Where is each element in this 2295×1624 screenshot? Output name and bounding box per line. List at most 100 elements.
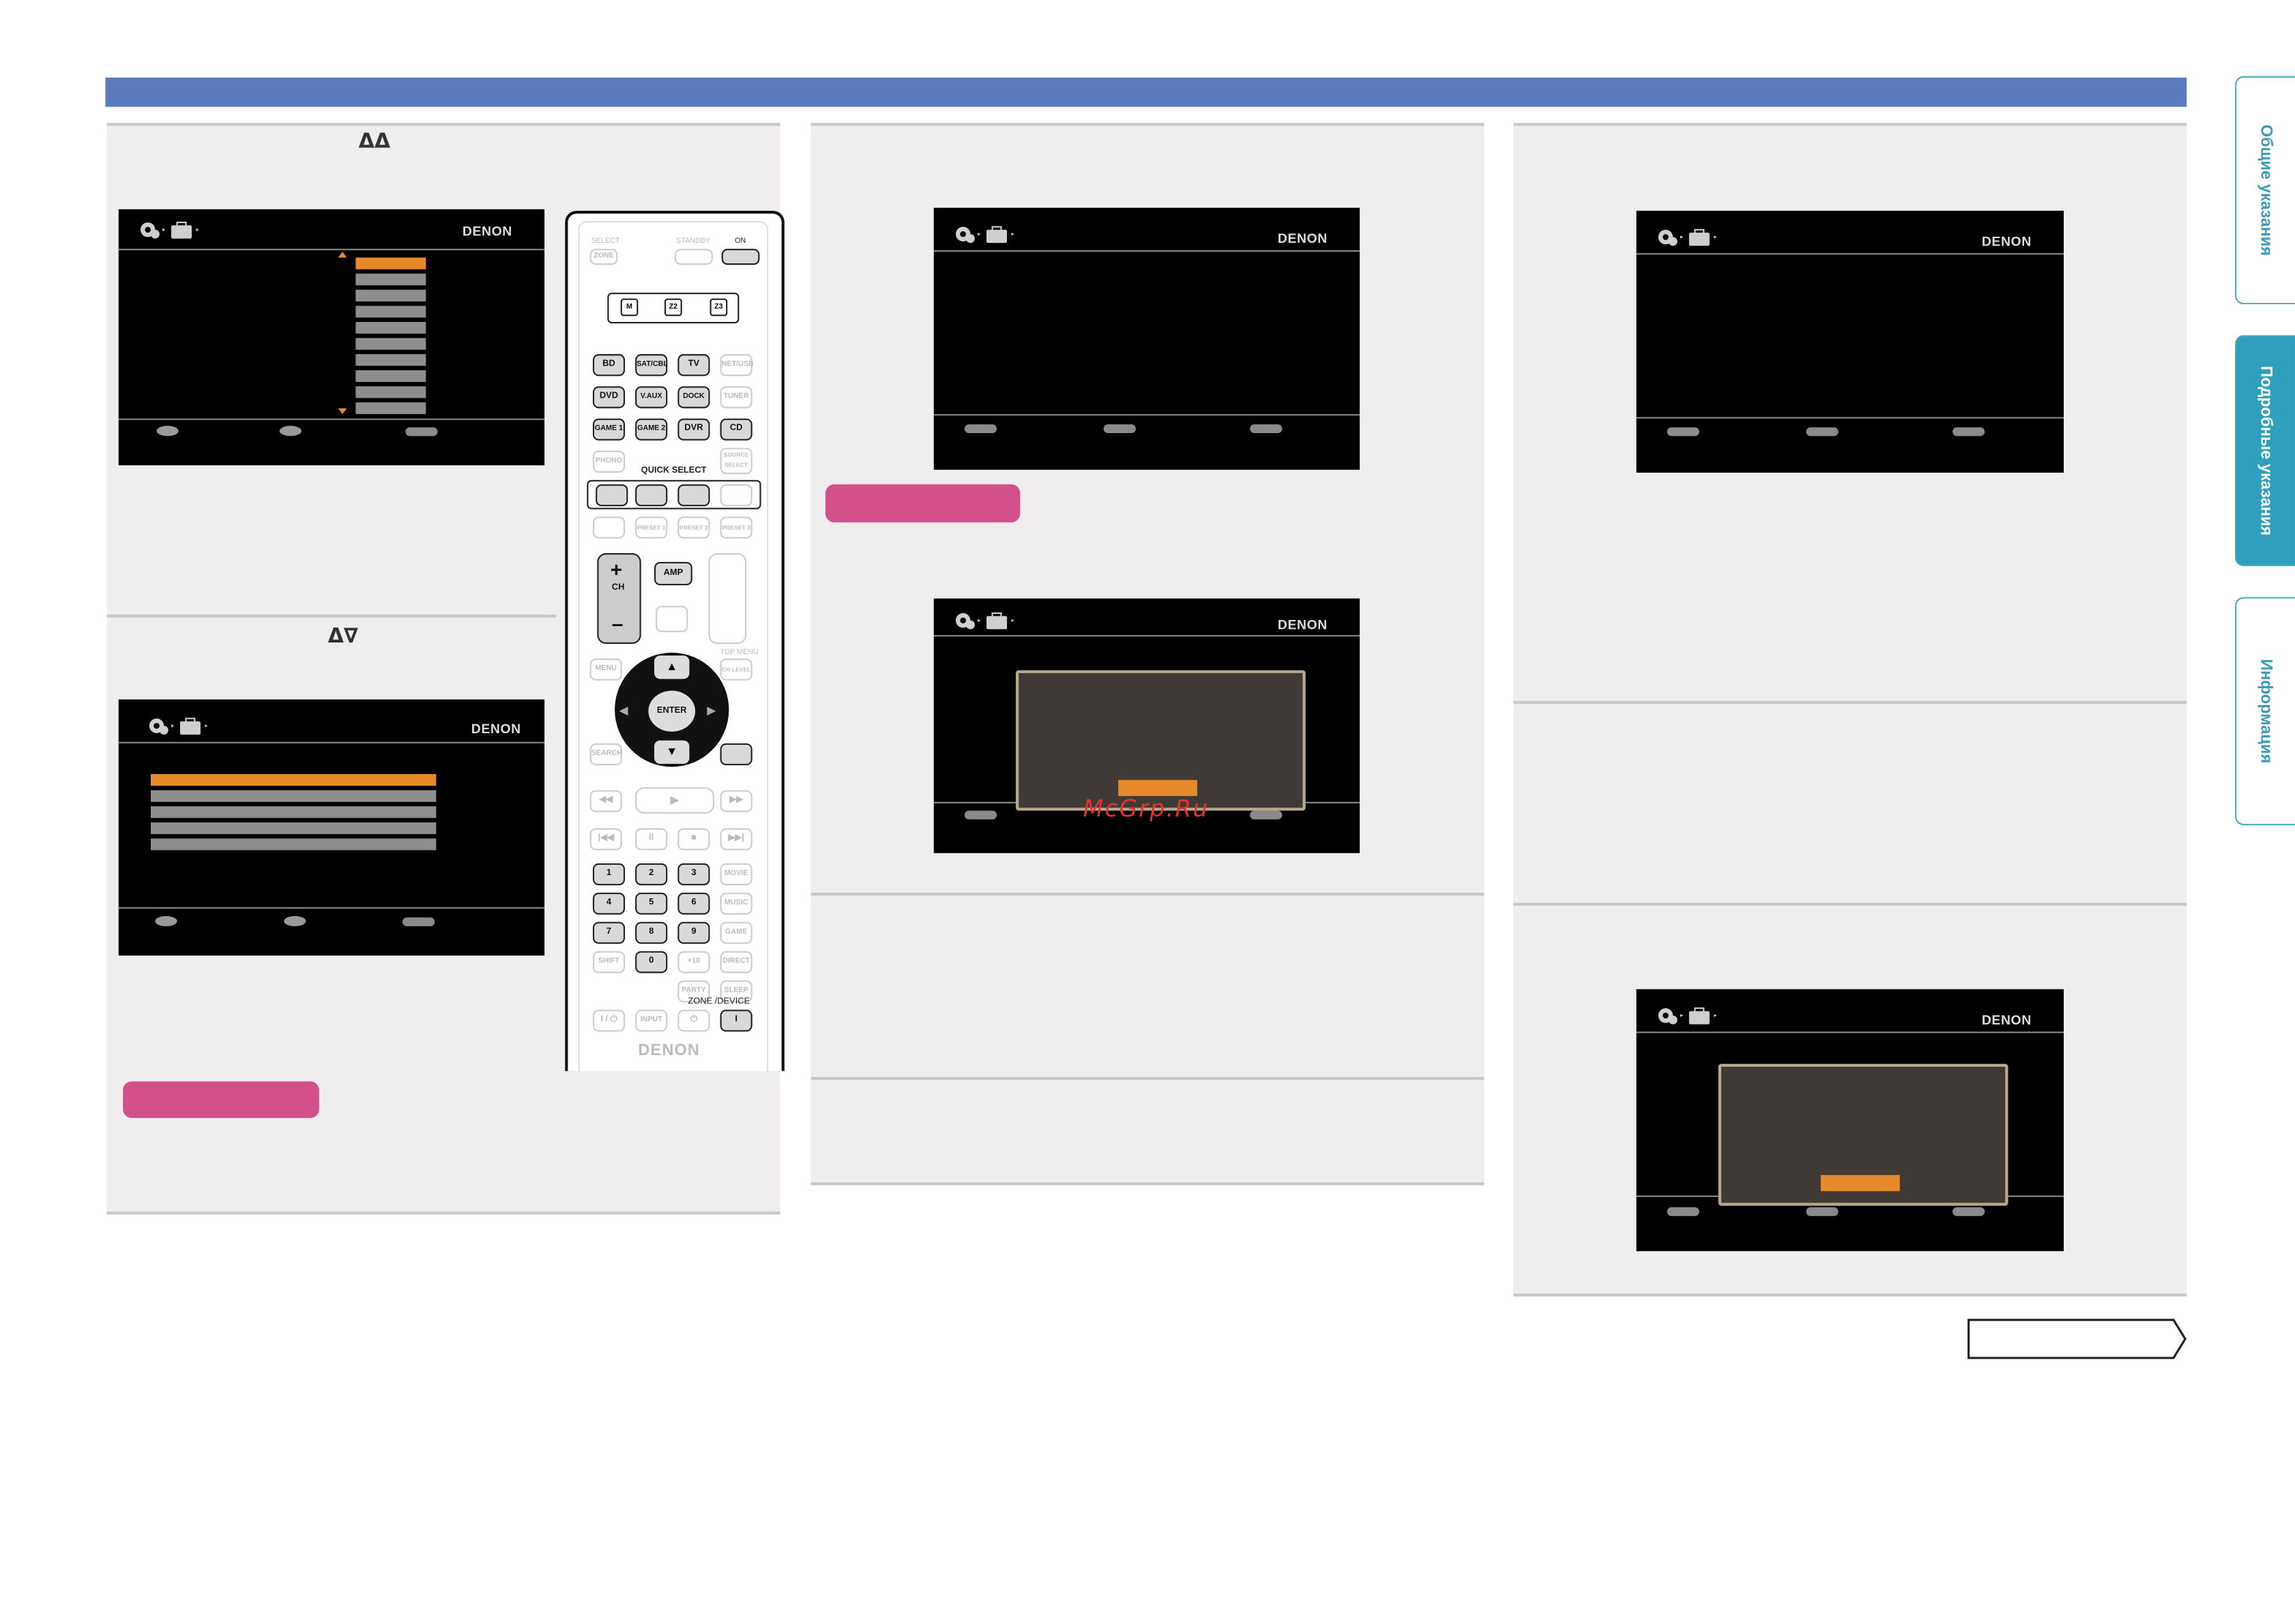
number-3-button[interactable]: 3 xyxy=(677,863,710,885)
osd-footer xyxy=(933,414,1360,416)
music-button[interactable]: MUSIC xyxy=(720,892,752,915)
number-0-button[interactable]: 0 xyxy=(635,951,668,973)
movie-button[interactable]: MOVIE xyxy=(720,863,752,885)
preset-2-button[interactable]: PRESET 2 xyxy=(677,516,710,539)
source-phono-button[interactable]: PHONO xyxy=(592,450,626,473)
source-cd-button[interactable]: CD xyxy=(720,418,752,441)
zone-3-button[interactable]: Z3 xyxy=(710,298,728,316)
preset-1-button[interactable]: PRESET 1 xyxy=(635,516,668,539)
zone-device-on-button[interactable]: I xyxy=(720,1009,752,1032)
source-game1-button[interactable]: GAME 1 xyxy=(592,418,626,441)
plus10-button[interactable]: +10 xyxy=(677,951,710,973)
amp-button[interactable]: AMP xyxy=(654,561,692,586)
tab-information[interactable]: Информация xyxy=(2235,597,2295,826)
list-item[interactable] xyxy=(355,289,426,301)
dialog-ok-button[interactable] xyxy=(1118,780,1197,797)
list-item[interactable] xyxy=(355,306,426,318)
source-vaux-button[interactable]: V.AUX xyxy=(635,386,668,409)
dpad-up-button[interactable]: ▲ xyxy=(654,655,690,679)
volume-rocker[interactable] xyxy=(708,552,747,644)
source-satcbl-button[interactable]: SAT/CBL xyxy=(635,354,668,377)
list-item[interactable] xyxy=(355,274,426,286)
settings-icon xyxy=(140,222,199,239)
list-item-selected[interactable] xyxy=(355,257,426,269)
source-bd-button[interactable]: BD xyxy=(592,354,626,377)
list-item[interactable] xyxy=(355,354,426,366)
stop-button[interactable]: ■ xyxy=(677,828,710,851)
shift-button[interactable]: SHIFT xyxy=(592,951,626,973)
quick-select-4-button[interactable] xyxy=(720,484,752,507)
number-8-button[interactable]: 8 xyxy=(635,921,668,944)
play-button[interactable]: ▶ xyxy=(635,787,714,814)
menu-button[interactable]: MENU xyxy=(589,658,622,681)
number-9-button[interactable]: 9 xyxy=(677,921,710,944)
fast-forward-button[interactable]: ▶▶ xyxy=(720,790,752,812)
tv-power-button[interactable]: I / ⏻ xyxy=(592,1009,626,1032)
source-dvd-button[interactable]: DVD xyxy=(592,386,626,409)
remote-control: SELECT STANDBY ON ZONE M Z2 Z3 BD SAT/CB… xyxy=(565,210,785,1073)
source-netusb-button[interactable]: NET/USB xyxy=(720,354,754,377)
number-4-button[interactable]: 4 xyxy=(592,892,626,915)
list-item[interactable] xyxy=(355,402,426,415)
quick-select-3-button[interactable] xyxy=(677,484,710,507)
dpad-down-button[interactable]: ▼ xyxy=(654,740,690,764)
divider xyxy=(1513,700,2187,704)
next-page-arrow-icon[interactable] xyxy=(1967,1318,2187,1359)
dialog-ok-button[interactable] xyxy=(1820,1175,1900,1192)
tab-general[interactable]: Общие указания xyxy=(2235,76,2295,305)
source-game2-button[interactable]: GAME 2 xyxy=(635,418,668,441)
zone-device-label: ZONE /DEVICE xyxy=(688,998,750,1007)
tab-general-label: Общие указания xyxy=(2257,124,2275,256)
zone-2-button[interactable]: Z2 xyxy=(664,298,682,316)
source-tuner-button[interactable]: TUNER xyxy=(720,386,752,409)
number-7-button[interactable]: 7 xyxy=(592,921,626,944)
input-button[interactable]: INPUT xyxy=(635,1009,668,1032)
list-item[interactable] xyxy=(355,370,426,382)
source-dvr-button[interactable]: DVR xyxy=(677,418,710,441)
return-button[interactable] xyxy=(720,743,752,766)
menu-item[interactable] xyxy=(150,790,437,802)
dpad-left-button[interactable]: ◀ xyxy=(619,696,640,726)
zone-button[interactable]: ZONE xyxy=(589,248,618,265)
tab-information-label: Информация xyxy=(2257,659,2275,764)
quick-select-2-button[interactable] xyxy=(635,484,668,507)
number-1-button[interactable]: 1 xyxy=(592,863,626,885)
watermark: McGrp.Ru xyxy=(1083,794,1210,823)
ch-level-label: TOP MENU xyxy=(720,648,759,658)
skip-forward-button[interactable]: ▶▶| xyxy=(720,828,752,851)
list-item[interactable] xyxy=(355,321,426,334)
pause-button[interactable]: II xyxy=(635,828,668,851)
search-button[interactable]: SEARCH xyxy=(589,743,622,766)
enter-button[interactable]: ENTER xyxy=(648,690,696,732)
skip-back-button[interactable]: |◀◀ xyxy=(589,828,622,851)
number-5-button[interactable]: 5 xyxy=(635,892,668,915)
dpad-right-button[interactable]: ▶ xyxy=(707,696,727,726)
menu-item[interactable] xyxy=(150,822,437,834)
ch-level-button[interactable]: CH LEVEL xyxy=(720,658,752,681)
source-dock-button[interactable]: DOCK xyxy=(677,386,710,409)
source-select-button[interactable]: SOURCE SELECT xyxy=(720,447,752,475)
standby-button[interactable] xyxy=(675,248,713,265)
tab-detailed[interactable]: Подробные указания xyxy=(2235,335,2295,567)
menu-item[interactable] xyxy=(150,838,437,851)
preset-3-button[interactable]: PRESET 3 xyxy=(720,516,752,539)
power-on-button[interactable] xyxy=(721,248,760,265)
quick-select-1-button[interactable] xyxy=(596,484,628,507)
source-tv-button[interactable]: TV xyxy=(677,354,710,377)
number-2-button[interactable]: 2 xyxy=(635,863,668,885)
game-button[interactable]: GAME xyxy=(720,921,752,944)
internet-radio-button[interactable] xyxy=(592,516,626,539)
rewind-button[interactable]: ◀◀ xyxy=(589,790,622,812)
menu-item[interactable] xyxy=(150,806,437,818)
number-6-button[interactable]: 6 xyxy=(677,892,710,915)
enter-button-icon xyxy=(279,426,302,437)
list-item[interactable] xyxy=(355,338,426,350)
direct-button[interactable]: DIRECT xyxy=(720,951,752,973)
footer-button-icon xyxy=(1250,810,1283,820)
divider xyxy=(810,123,1485,126)
list-item[interactable] xyxy=(355,386,426,398)
zone-main-button[interactable]: M xyxy=(620,298,639,316)
menu-item-selected[interactable] xyxy=(150,773,437,786)
mute-icon[interactable] xyxy=(656,606,688,632)
zone-device-standby-button[interactable]: ⏻ xyxy=(677,1009,710,1032)
